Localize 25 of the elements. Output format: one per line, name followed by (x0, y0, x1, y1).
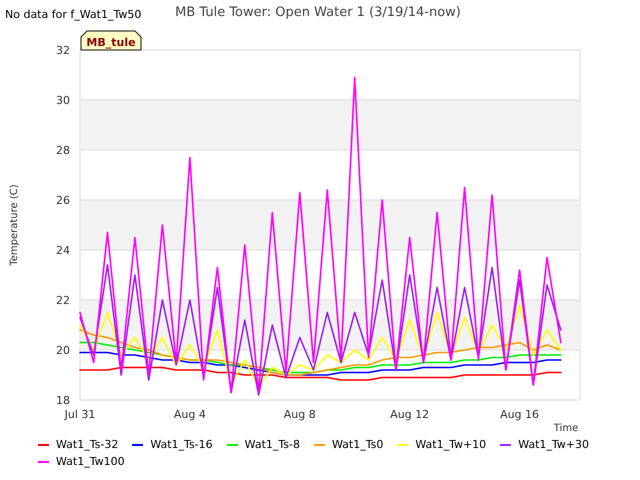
y-tick-label: 20 (56, 344, 70, 357)
legend-label: Wat1_Tw+10 (415, 438, 486, 451)
legend-label: Wat1_Tw100 (56, 455, 125, 468)
x-tick-label: Jul 31 (64, 408, 96, 421)
x-tick-label: Aug 8 (284, 408, 316, 421)
legend-label: Wat1_Ts-16 (150, 438, 213, 451)
y-tick-label: 32 (56, 44, 70, 57)
legend-label: Wat1_Tw+30 (518, 438, 590, 451)
chart-title: MB Tule Tower: Open Water 1 (3/19/14-now) (175, 5, 461, 20)
y-tick-label: 30 (56, 94, 70, 107)
legend-label: Wat1_Ts-32 (56, 438, 118, 451)
x-tick-label: Aug 16 (500, 408, 540, 421)
x-tick-label: Aug 4 (174, 408, 206, 421)
no-data-note: No data for f_Wat1_Tw50 (5, 8, 142, 21)
y-tick-label: 26 (56, 194, 70, 207)
y-tick-label: 24 (56, 244, 70, 257)
y-tick-label: 28 (56, 144, 70, 157)
x-axis-label: Time (554, 423, 578, 434)
legend-label: Wat1_Ts0 (332, 438, 384, 451)
y-tick-label: 18 (56, 394, 70, 407)
y-tick-label: 22 (56, 294, 70, 307)
legend-label: Wat1_Ts-8 (244, 438, 300, 451)
site-tag: MB_tule (80, 30, 142, 50)
y-axis-label: Temperature (C) (9, 184, 20, 266)
x-tick-label: Aug 12 (390, 408, 430, 421)
